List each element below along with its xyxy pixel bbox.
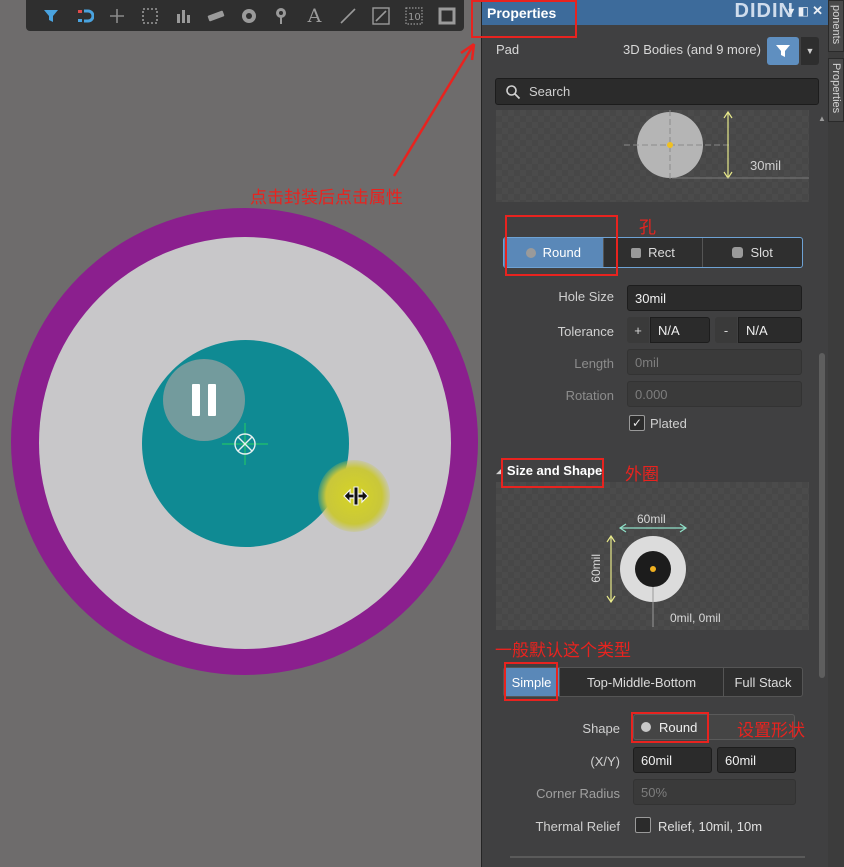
hole-size-label: Hole Size xyxy=(558,289,614,304)
rect-shape-icon xyxy=(631,247,642,258)
x-size-input[interactable]: 60mil xyxy=(633,747,712,773)
shape-width-label: 60mil xyxy=(637,512,666,526)
object-filter-label: 3D Bodies (and 9 more) xyxy=(622,42,761,57)
stack-mode-top-middle-bottom[interactable]: Top-Middle-Bottom xyxy=(560,668,724,696)
app-root: A 10 点击封装后点击属性 Properties DIDIN ▾ ◧ ✕ Pa… xyxy=(0,0,844,867)
shape-preview: 60mil 60mil 0mil, 0mil xyxy=(496,482,809,630)
rotation-label: Rotation xyxy=(565,388,614,403)
tab-components[interactable]: ponents xyxy=(828,0,844,52)
square-icon[interactable] xyxy=(430,0,463,31)
length-label: Length xyxy=(574,356,614,371)
tolerance-minus-input[interactable]: N/A xyxy=(738,317,802,343)
panel-scrollbar[interactable]: ▲ xyxy=(815,110,829,867)
hole-shape-rect-label: Rect xyxy=(648,245,675,260)
annotation-set-shape: 设置形状 xyxy=(737,721,805,741)
filter-icon[interactable] xyxy=(34,0,67,31)
object-type-label: Pad xyxy=(496,42,520,57)
hole-shape-rect[interactable]: Rect xyxy=(604,238,704,267)
hole-size-input[interactable]: 30mil xyxy=(627,285,802,311)
pin-icon[interactable]: ▾ ◧ xyxy=(788,4,809,18)
corner-radius-label: Corner Radius xyxy=(536,786,620,801)
target-icon[interactable] xyxy=(232,0,265,31)
route-icon[interactable] xyxy=(364,0,397,31)
resize-cursor-icon xyxy=(343,486,369,506)
search-box[interactable]: Search xyxy=(495,78,819,105)
slot-shape-icon xyxy=(732,247,744,258)
counter-text: 10 xyxy=(408,12,421,23)
tolerance-plus-input[interactable]: N/A xyxy=(650,317,710,343)
hole-preview-drawing xyxy=(624,110,809,182)
line-icon[interactable] xyxy=(331,0,364,31)
plated-label: Plated xyxy=(650,416,687,431)
filter-button[interactable] xyxy=(767,37,799,65)
magnet-icon[interactable] xyxy=(67,0,100,31)
select-rect-icon[interactable] xyxy=(133,0,166,31)
thermal-relief-value[interactable]: Relief, 10mil, 10m xyxy=(658,819,762,834)
annotation-outer: 外圈 xyxy=(625,465,659,485)
side-tab-strip: ponents Properties xyxy=(828,0,844,867)
scroll-up-icon[interactable]: ▲ xyxy=(818,114,826,123)
thermal-relief-checkbox[interactable] xyxy=(635,817,651,833)
tab-properties[interactable]: Properties xyxy=(828,58,844,122)
rotation-input[interactable]: 0.000 xyxy=(627,381,802,407)
annotation-box-simple xyxy=(504,662,558,701)
funnel-icon xyxy=(776,45,790,57)
bar-chart-icon[interactable] xyxy=(166,0,199,31)
annotation-click-hint: 点击封装后点击属性 xyxy=(250,188,403,208)
length-input[interactable]: 0mil xyxy=(627,349,802,375)
divider xyxy=(510,856,805,858)
annotation-box-shape xyxy=(631,712,709,743)
text-icon[interactable]: A xyxy=(298,0,331,31)
stack-mode-full-stack[interactable]: Full Stack xyxy=(724,668,802,696)
filter-dropdown-button[interactable]: ▼ xyxy=(801,37,819,65)
shape-label: Shape xyxy=(582,721,620,736)
tolerance-plus-sign: + xyxy=(627,317,649,343)
search-icon xyxy=(506,84,521,99)
thermal-relief-label: Thermal Relief xyxy=(535,819,620,834)
search-input[interactable]: Search xyxy=(529,84,570,99)
shape-preview-drawing xyxy=(606,523,688,627)
annotation-box-properties xyxy=(471,0,577,38)
annotation-box-size-shape xyxy=(501,458,604,488)
video-pause-button[interactable] xyxy=(163,359,245,441)
annotation-default-type: 一般默认这个类型 xyxy=(495,641,631,661)
tolerance-minus-sign: - xyxy=(715,317,737,343)
scrollbar-thumb[interactable] xyxy=(819,353,825,678)
tolerance-label: Tolerance xyxy=(557,324,614,339)
hole-shape-slot-label: Slot xyxy=(750,245,773,260)
close-icon[interactable]: ✕ xyxy=(812,3,823,19)
y-size-input[interactable]: 60mil xyxy=(717,747,796,773)
shape-height-label: 60mil xyxy=(589,554,603,583)
component-icon[interactable] xyxy=(199,0,232,31)
annotation-hole: 孔 xyxy=(639,218,656,238)
corner-radius-input[interactable]: 50% xyxy=(633,779,796,805)
hole-dimension-label: 30mil xyxy=(750,158,782,173)
hole-preview: 30mil xyxy=(496,110,809,202)
plated-checkbox[interactable]: ✓ xyxy=(629,415,645,431)
counter-icon[interactable]: 10 xyxy=(397,0,430,31)
header-watermark: DIDIN xyxy=(734,0,794,22)
annotation-box-round-hole xyxy=(505,215,618,276)
crosshair-icon[interactable] xyxy=(100,0,133,31)
pin-icon[interactable] xyxy=(265,0,298,31)
active-bar-toolbar: A 10 xyxy=(26,0,464,31)
pcb-canvas[interactable]: A 10 点击封装后点击属性 xyxy=(0,0,481,867)
hole-shape-slot[interactable]: Slot xyxy=(703,238,802,267)
shape-offset-label: 0mil, 0mil xyxy=(670,611,721,625)
xy-label: (X/Y) xyxy=(590,754,620,769)
